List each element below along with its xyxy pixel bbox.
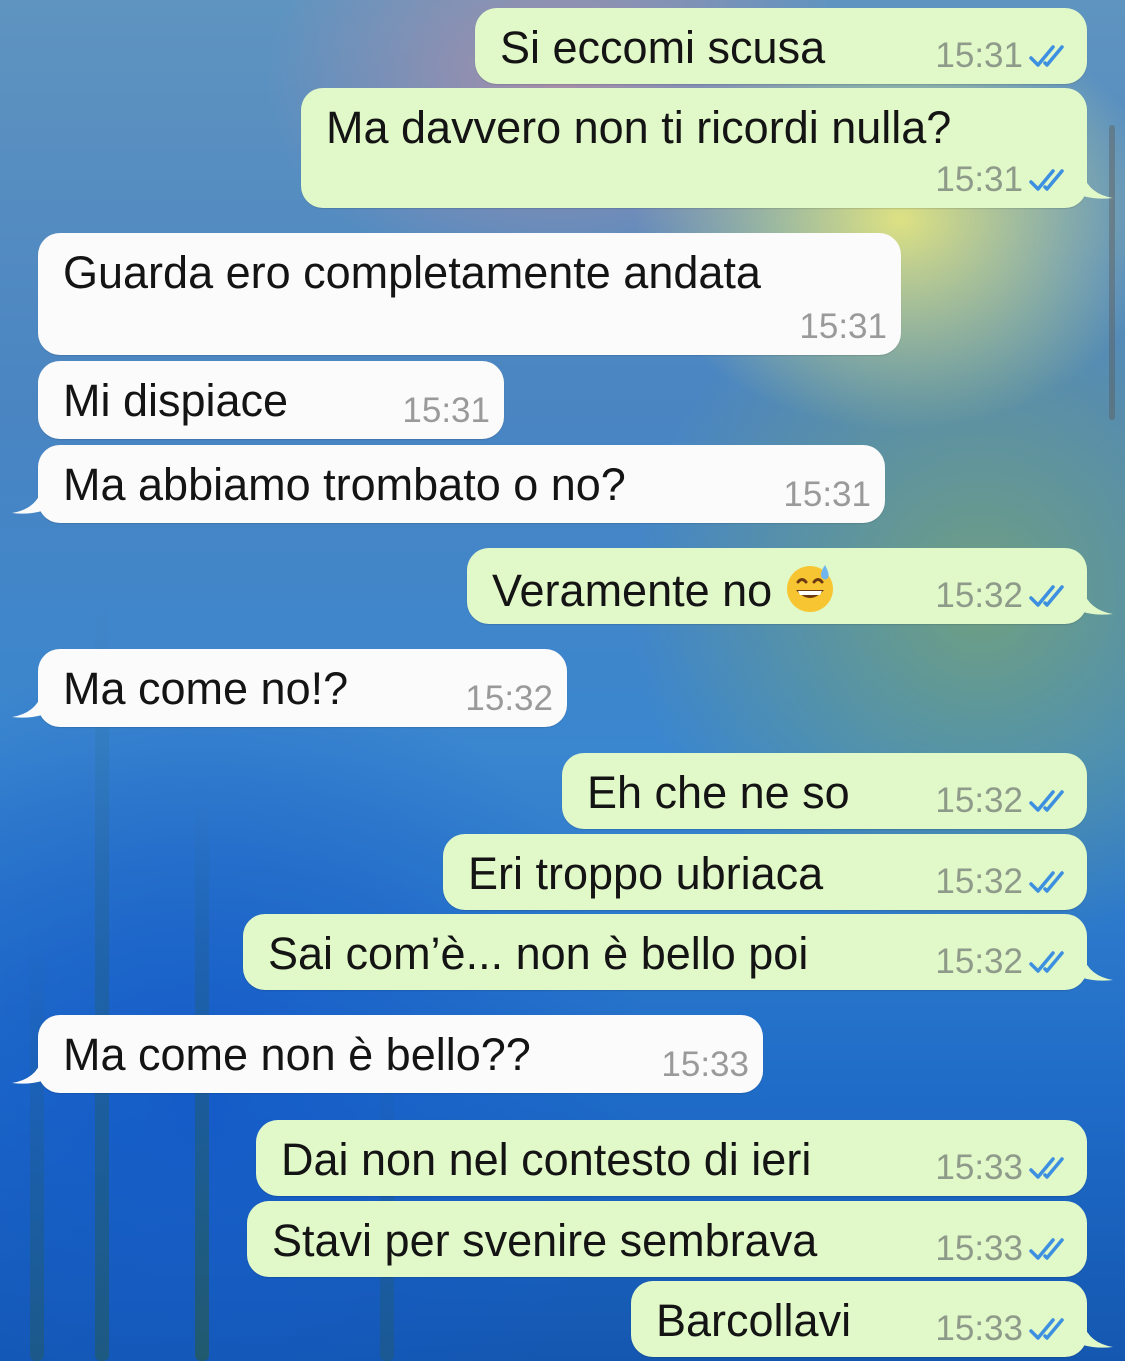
message-time: 15:31 [935, 160, 1023, 199]
message-time: 15:32 [935, 781, 1023, 820]
message-meta: 15:31 [783, 475, 871, 515]
message-meta: 15:32 [465, 679, 553, 719]
message-bubble-outgoing[interactable]: Stavi per svenire sembrava 15:33 [247, 1201, 1087, 1277]
wallpaper-grass-blade [30, 941, 44, 1361]
bubble-tail [1083, 1323, 1113, 1348]
bubble-tail [12, 489, 42, 514]
message-time: 15:33 [935, 1148, 1023, 1187]
message-meta: 15:33 [935, 1148, 1073, 1188]
double-check-icon [1029, 1157, 1064, 1179]
message-bubble-outgoing[interactable]: Veramente no 15:32 [467, 548, 1113, 624]
message-meta: 15:31 [935, 160, 1073, 200]
double-check-icon [1029, 790, 1064, 812]
message-meta: 15:33 [935, 1309, 1073, 1349]
message-time: 15:31 [783, 475, 871, 514]
message-bubble-incoming[interactable]: Guarda ero completamente andata 15:31 [38, 233, 901, 355]
message-text-wrap: Veramente no [492, 562, 836, 617]
message-time: 15:32 [465, 679, 553, 718]
message-bubble-outgoing[interactable]: Eh che ne so 15:32 [562, 753, 1087, 829]
message-bubble-incoming[interactable]: Mi dispiace 15:31 [38, 361, 504, 439]
message-text: Ma come no!? [63, 663, 349, 714]
message-time: 15:31 [799, 307, 887, 346]
message-time: 15:33 [935, 1229, 1023, 1268]
message-text: Eri troppo ubriaca [468, 848, 824, 899]
double-check-icon [1029, 585, 1064, 607]
message-text: Ma abbiamo trombato o no? [63, 459, 626, 510]
message-meta: 15:32 [935, 862, 1073, 902]
message-time: 15:31 [402, 391, 490, 430]
message-meta: 15:33 [935, 1229, 1073, 1269]
message-bubble-incoming[interactable]: Ma come no!? 15:32 [12, 649, 567, 727]
message-text: Eh che ne so [587, 767, 850, 818]
message-text: Mi dispiace [63, 375, 289, 426]
message-meta: 15:31 [935, 36, 1073, 76]
message-meta: 15:31 [402, 391, 490, 431]
double-check-icon [1029, 169, 1064, 191]
message-meta: 15:32 [935, 781, 1073, 821]
message-text: Veramente no [492, 565, 773, 616]
message-text: Ma come non è bello?? [63, 1029, 531, 1080]
double-check-icon [1029, 871, 1064, 893]
message-text: Ma davvero non ti ricordi nulla? [326, 102, 952, 153]
message-meta: 15:32 [935, 942, 1073, 982]
message-text: Si eccomi scusa [500, 22, 826, 73]
scrollbar[interactable] [1109, 125, 1115, 420]
message-meta: 15:31 [799, 307, 887, 347]
message-time: 15:32 [935, 862, 1023, 901]
message-text: Guarda ero completamente andata [63, 247, 761, 298]
message-time: 15:32 [935, 942, 1023, 981]
message-bubble-incoming[interactable]: Ma abbiamo trombato o no? 15:31 [12, 445, 885, 523]
bubble-tail [1083, 956, 1113, 981]
message-time: 15:33 [661, 1045, 749, 1084]
message-text: Dai non nel contesto di ieri [281, 1134, 812, 1185]
message-bubble-outgoing[interactable]: Barcollavi 15:33 [631, 1281, 1113, 1357]
message-bubble-outgoing[interactable]: Eri troppo ubriaca 15:32 [443, 834, 1087, 910]
message-meta: 15:33 [661, 1045, 749, 1085]
message-bubble-outgoing[interactable]: Sai com’è... non è bello poi 15:32 [243, 914, 1113, 990]
message-bubble-outgoing[interactable]: Si eccomi scusa 15:31 [475, 8, 1087, 84]
bubble-tail [12, 1059, 42, 1084]
bubble-tail [1083, 590, 1113, 615]
double-check-icon [1029, 1238, 1064, 1260]
bubble-tail [1083, 174, 1113, 199]
double-check-icon [1029, 45, 1064, 67]
message-meta: 15:32 [935, 576, 1073, 616]
message-bubble-outgoing[interactable]: Ma davvero non ti ricordi nulla? 15:31 [301, 88, 1113, 208]
message-bubble-incoming[interactable]: Ma come non è bello?? 15:33 [12, 1015, 763, 1093]
message-time: 15:32 [935, 576, 1023, 615]
message-time: 15:33 [935, 1309, 1023, 1348]
message-text: Barcollavi [656, 1295, 852, 1346]
double-check-icon [1029, 951, 1064, 973]
message-time: 15:31 [935, 36, 1023, 75]
message-text: Stavi per svenire sembrava [272, 1215, 818, 1266]
message-text: Sai com’è... non è bello poi [268, 928, 809, 979]
grinning-sweat-emoji [787, 565, 834, 612]
bubble-tail [12, 693, 42, 718]
double-check-icon [1029, 1318, 1064, 1340]
message-bubble-outgoing[interactable]: Dai non nel contesto di ieri 15:33 [256, 1120, 1087, 1196]
